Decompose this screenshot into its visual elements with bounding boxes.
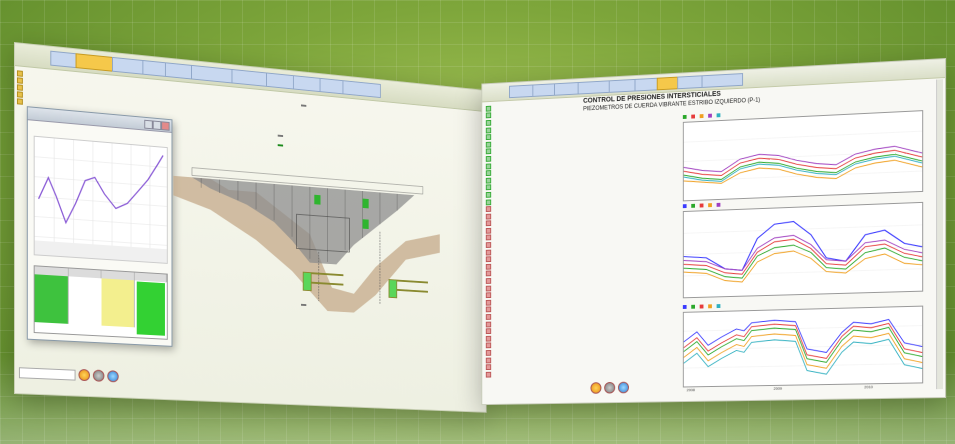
tree-item-icon [485,285,492,292]
close-icon[interactable] [161,121,170,131]
left-window [14,42,487,413]
tree-item-icon [485,155,492,162]
tree-item-icon [485,206,492,213]
vertical-scrollbar[interactable] [936,79,944,390]
diagram-bottom-label [300,303,307,307]
tree-item-icon [485,163,492,169]
right-taskbar [590,381,629,395]
tree-item-icon [485,314,492,320]
mini-series-line [39,145,163,229]
taskbar-app-icon[interactable] [604,381,616,394]
taskbar-app-icon[interactable] [590,382,602,394]
tab-r4[interactable] [577,80,613,95]
right-window: CONTROL DE PRESIONES INTERSTICIALES PIEZ… [481,58,946,406]
tab-2[interactable] [75,53,116,73]
tree-item[interactable] [485,369,567,378]
tree-item-icon [485,306,492,313]
series-line [684,241,922,280]
tree-item-icon [485,213,492,220]
diagram-green-label [277,144,284,147]
tree-item-icon [485,335,492,342]
tab-7[interactable] [231,68,270,88]
tree-item-icon [485,134,492,141]
tree-item-icon [485,292,492,299]
tree-item-icon [485,263,492,270]
minimize-icon[interactable] [144,119,153,130]
series-line [684,337,922,377]
mini-line-chart [34,135,168,264]
taskbar-app-icon[interactable] [617,381,629,394]
taskbar-app-icon[interactable] [92,369,105,382]
tab-1[interactable] [50,50,78,69]
tree-item-icon [485,234,492,241]
tree-item-icon [485,119,492,126]
tree-item-icon [485,170,492,177]
reading-left-status [302,271,312,292]
tree-item-icon [485,364,492,371]
tree-item-icon [485,357,492,363]
tree-item-icon [485,191,492,198]
tree-item-icon [485,342,492,349]
tab-8[interactable] [266,72,297,90]
tree-item-icon [485,242,492,249]
chart-3 [683,305,923,388]
x-tick-label: 2010 [864,384,873,390]
tree-item-icon [485,184,492,191]
series-line [684,331,922,371]
left-taskbar [15,365,163,385]
tab-6[interactable] [191,64,236,84]
tab-3[interactable] [112,56,147,75]
right-tree [485,101,567,389]
tree-item-icon [485,227,492,234]
left-tree [16,69,50,107]
tree-item-icon [485,256,492,263]
tree-item-icon [485,177,492,184]
x-tick-label: 2009 [773,385,783,391]
series-line [684,149,922,177]
dialog-table [33,265,168,340]
diagram-top-label [300,104,307,107]
tree-item-icon [485,148,492,155]
tree-item-icon [485,112,492,119]
x-tick-label: 2008 [686,387,695,393]
status-indicator [136,281,165,336]
tree-item-icon [485,249,492,256]
tree-item-icon [485,270,492,277]
maximize-icon[interactable] [152,120,162,131]
tree-item-icon [485,220,492,227]
reading-dialog [26,106,173,347]
tree-item-icon [485,350,492,356]
taskbar-app-icon[interactable] [78,368,91,382]
dam-diagram [173,104,440,318]
chart-1 [683,110,923,202]
tree-item-icon [485,299,492,306]
taskbar-field[interactable] [18,366,76,381]
chart-2 [683,201,923,299]
tab-11[interactable] [342,80,381,99]
tree-item-icon [485,105,492,112]
taskbar-app-icon[interactable] [107,370,119,383]
tree-item-icon [485,328,492,335]
diagram-level-label [277,134,284,138]
tab-r9[interactable] [701,73,744,88]
tree-item-icon [485,199,492,205]
tree-item-icon [485,321,492,328]
tree-item-icon [485,371,492,378]
tree-item-icon [485,127,492,134]
tree-item-icon [485,278,492,284]
tree-item-icon [485,141,492,148]
reading-right-status [388,279,398,299]
